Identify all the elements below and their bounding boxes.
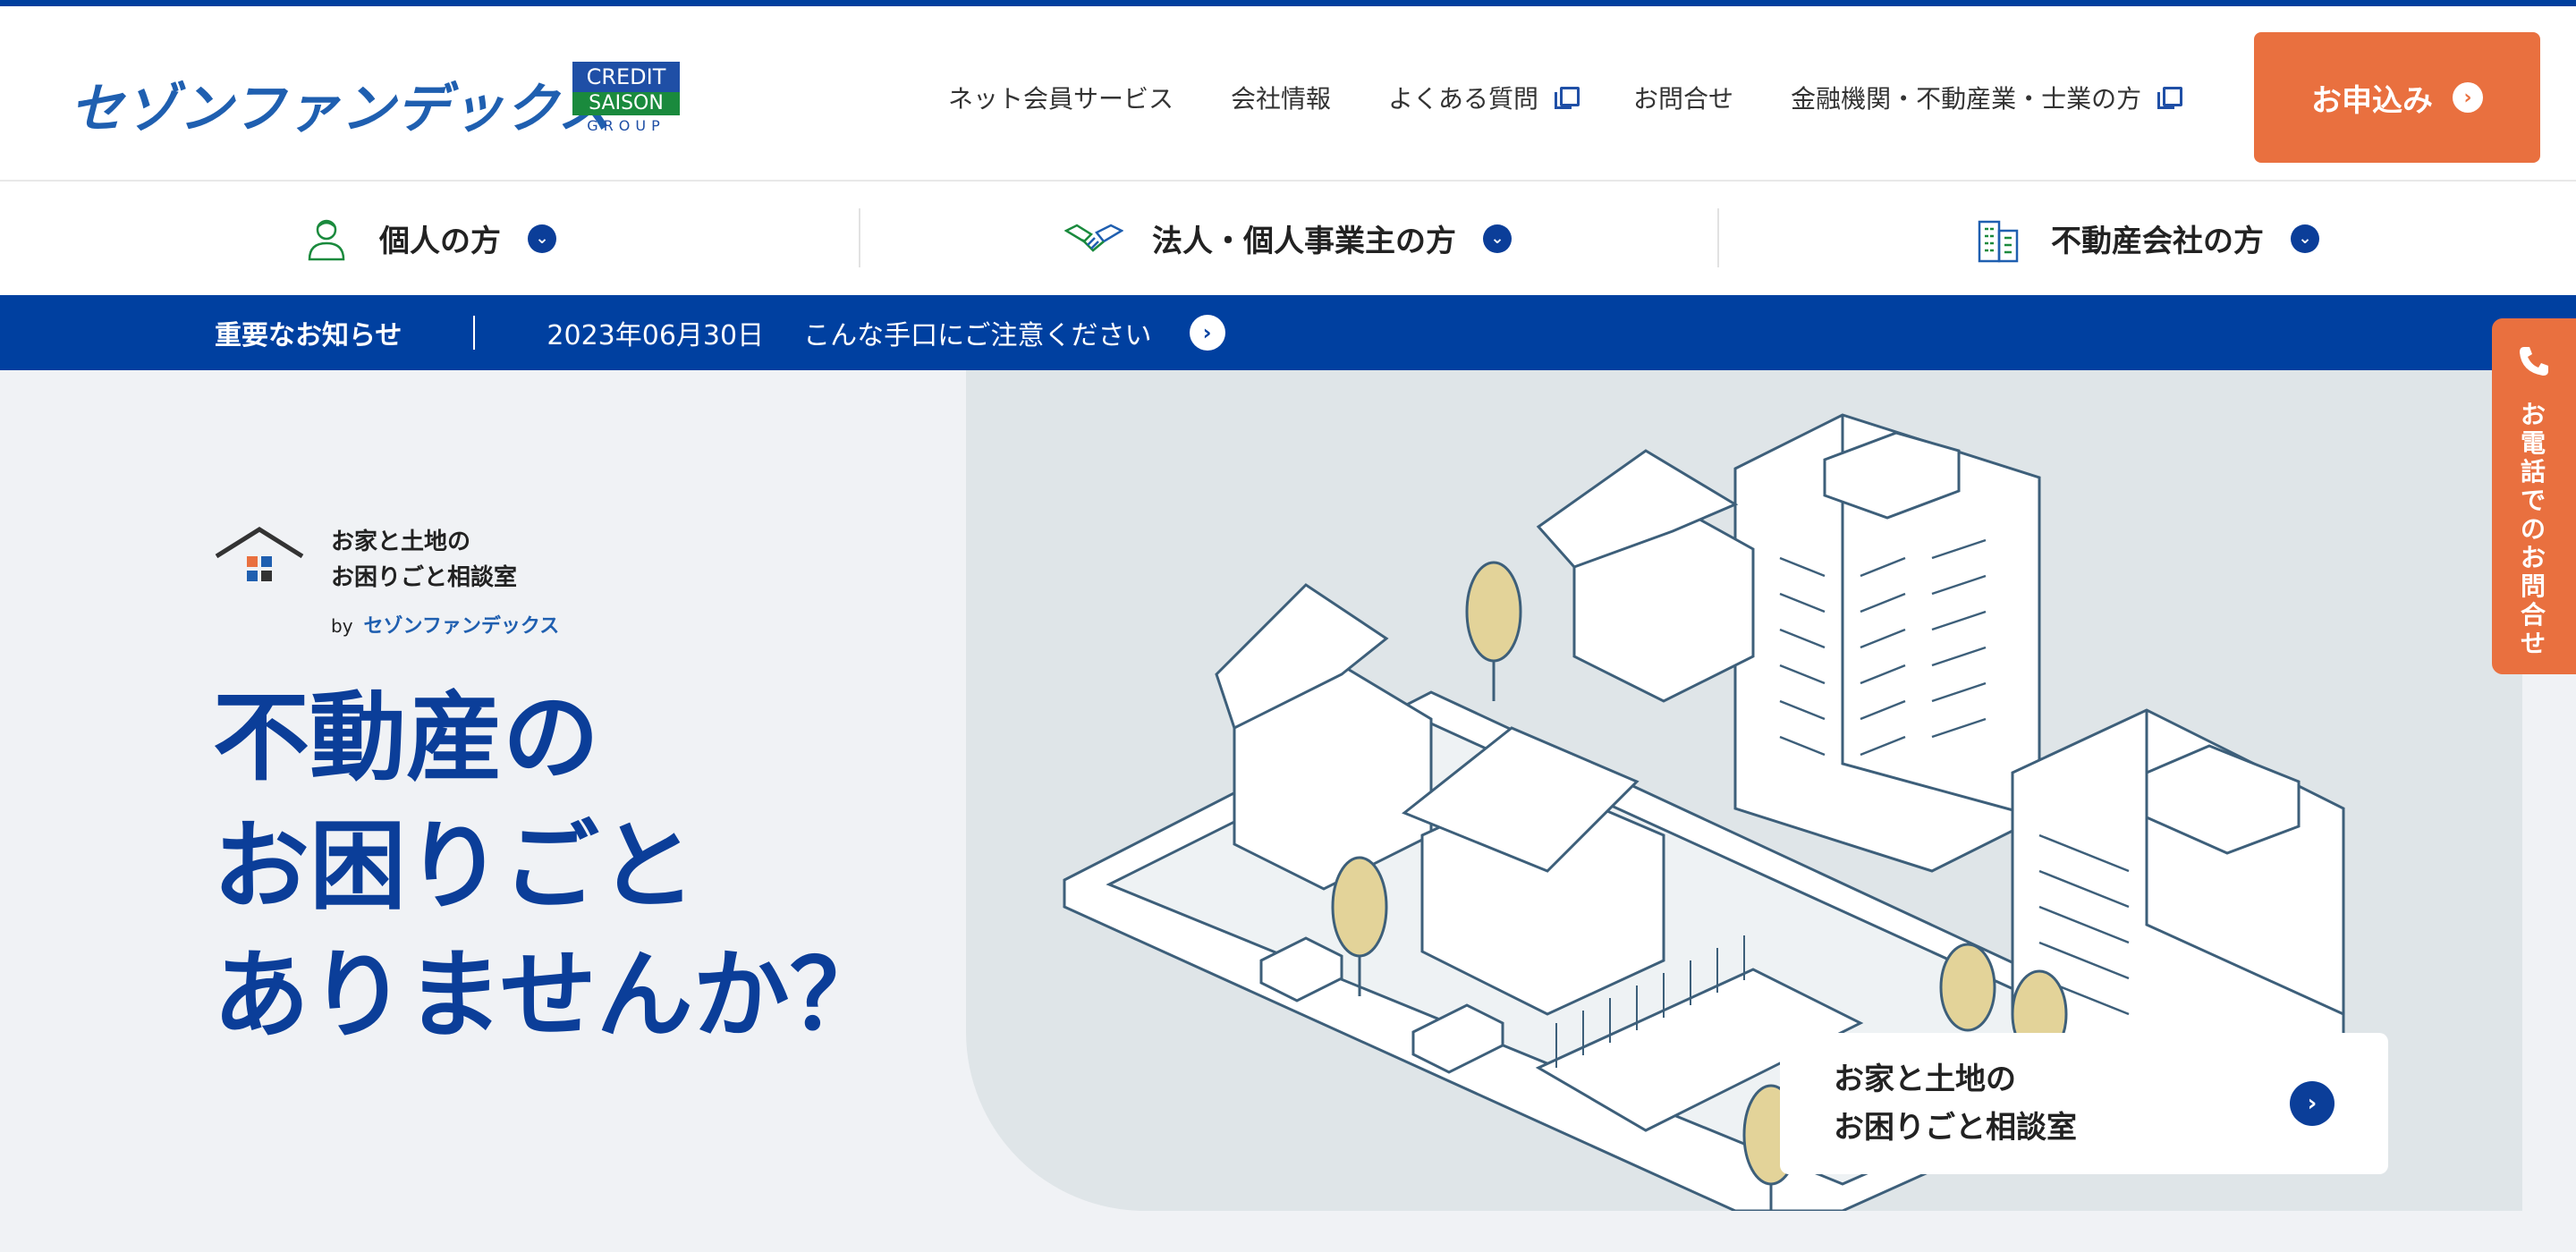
chevron-down-icon: ⌄ bbox=[528, 224, 556, 253]
consult-link-card[interactable]: お家と土地の お困りごと相談室 › bbox=[1780, 1033, 2388, 1174]
arrow-right-icon: › bbox=[2290, 1081, 2334, 1126]
segment-real-estate[interactable]: 不動産会社の方 ⌄ bbox=[1717, 182, 2576, 295]
chevron-down-icon: ⌄ bbox=[1483, 224, 1512, 253]
hero-section: お家と土地の お困りごと相談室 by セゾンファンデックス 不動産の お困りごと … bbox=[0, 370, 2576, 1252]
apply-button[interactable]: お申込み › bbox=[2254, 32, 2540, 163]
brand-by: by セゾンファンデックス bbox=[331, 610, 559, 639]
house-logo-icon bbox=[215, 527, 304, 581]
brand-line2: お困りごと相談室 bbox=[331, 564, 518, 591]
consult-brand-mark: お家と土地の お困りごと相談室 by セゾンファンデックス bbox=[213, 524, 559, 638]
segment-label: 不動産会社の方 bbox=[2051, 224, 2264, 259]
brand-by-word: by bbox=[331, 615, 353, 637]
nav-contact[interactable]: お問合せ bbox=[1633, 80, 1733, 115]
credit-saison-badge: CREDIT SAISON GROUP bbox=[572, 62, 680, 139]
external-link-icon bbox=[1555, 87, 1580, 109]
arrow-right-icon: › bbox=[2453, 82, 2483, 113]
handshake-icon bbox=[1064, 224, 1123, 252]
nav-label: ネット会員サービス bbox=[948, 84, 1174, 114]
phone-inquiry-tab[interactable]: お電話でのお問合せ bbox=[2492, 318, 2576, 674]
nav-label: お問合せ bbox=[1633, 84, 1734, 114]
person-icon bbox=[308, 219, 345, 260]
nav-label: よくある質問 bbox=[1388, 84, 1539, 114]
card-line1: お家と土地の bbox=[1834, 1062, 2016, 1097]
top-accent-bar bbox=[0, 0, 2576, 6]
badge-line2: SAISON bbox=[572, 92, 680, 115]
card-line2: お困りごと相談室 bbox=[1834, 1110, 2077, 1146]
segment-label: 法人・個人事業主の方 bbox=[1152, 224, 1456, 259]
segment-corporate[interactable]: 法人・個人事業主の方 ⌄ bbox=[859, 182, 1717, 295]
brand-by-name: セゾンファンデックス bbox=[363, 615, 560, 638]
segment-nav: 個人の方 ⌄ 法人・個人事業主の方 ⌄ 不動産会社の方 ⌄ bbox=[0, 182, 2576, 295]
site-logo[interactable]: セゾンファンデックス bbox=[70, 65, 612, 143]
segment-label: 個人の方 bbox=[379, 224, 501, 259]
nav-net-member[interactable]: ネット会員サービス bbox=[948, 80, 1174, 115]
building-icon bbox=[1978, 220, 2019, 262]
nav-professionals[interactable]: 金融機関・不動産業・士業の方 bbox=[1791, 80, 2183, 115]
hero-title-line3: ありませんか？ bbox=[213, 940, 886, 1052]
notice-date: 2023年06月30日 bbox=[547, 320, 765, 351]
external-link-icon bbox=[2157, 87, 2183, 109]
hero-title-line2: お困りごと bbox=[213, 811, 697, 923]
consult-card-text: お家と土地の お困りごと相談室 bbox=[1834, 1055, 2077, 1152]
nav-faq[interactable]: よくある質問 bbox=[1388, 80, 1580, 115]
nav-company-info[interactable]: 会社情報 bbox=[1231, 80, 1331, 115]
important-notice-bar: 重要なお知らせ 2023年06月30日 こんな手口にご注意ください › bbox=[0, 295, 2576, 370]
notice-divider bbox=[473, 316, 476, 350]
segment-individual[interactable]: 個人の方 ⌄ bbox=[0, 182, 859, 295]
nav-label: 金融機関・不動産業・士業の方 bbox=[1791, 84, 2142, 114]
chevron-down-icon: ⌄ bbox=[2291, 224, 2319, 253]
phone-inquiry-label: お電話でのお問合せ bbox=[2520, 400, 2546, 658]
notice-link[interactable]: こんな手口にご注意ください bbox=[803, 313, 1151, 352]
hero-title-line1: 不動産の bbox=[213, 682, 600, 794]
notice-title: 重要なお知らせ bbox=[215, 320, 402, 351]
badge-line1: CREDIT bbox=[572, 62, 680, 92]
site-header: セゾンファンデックス CREDIT SAISON GROUP ネット会員サービス… bbox=[0, 6, 2576, 182]
brand-line1: お家と土地の bbox=[331, 529, 471, 555]
nav-label: 会社情報 bbox=[1231, 84, 1332, 114]
arrow-right-icon[interactable]: › bbox=[1189, 315, 1225, 351]
phone-icon bbox=[2520, 347, 2548, 376]
apply-label: お申込み bbox=[2311, 82, 2433, 119]
global-nav: ネット会員サービス 会社情報 よくある質問 お問合せ 金融機関・不動産業・士業の… bbox=[948, 80, 2236, 115]
hero-title: 不動産の お困りごと ありませんか？ bbox=[213, 674, 893, 1061]
badge-line3: GROUP bbox=[587, 117, 665, 134]
